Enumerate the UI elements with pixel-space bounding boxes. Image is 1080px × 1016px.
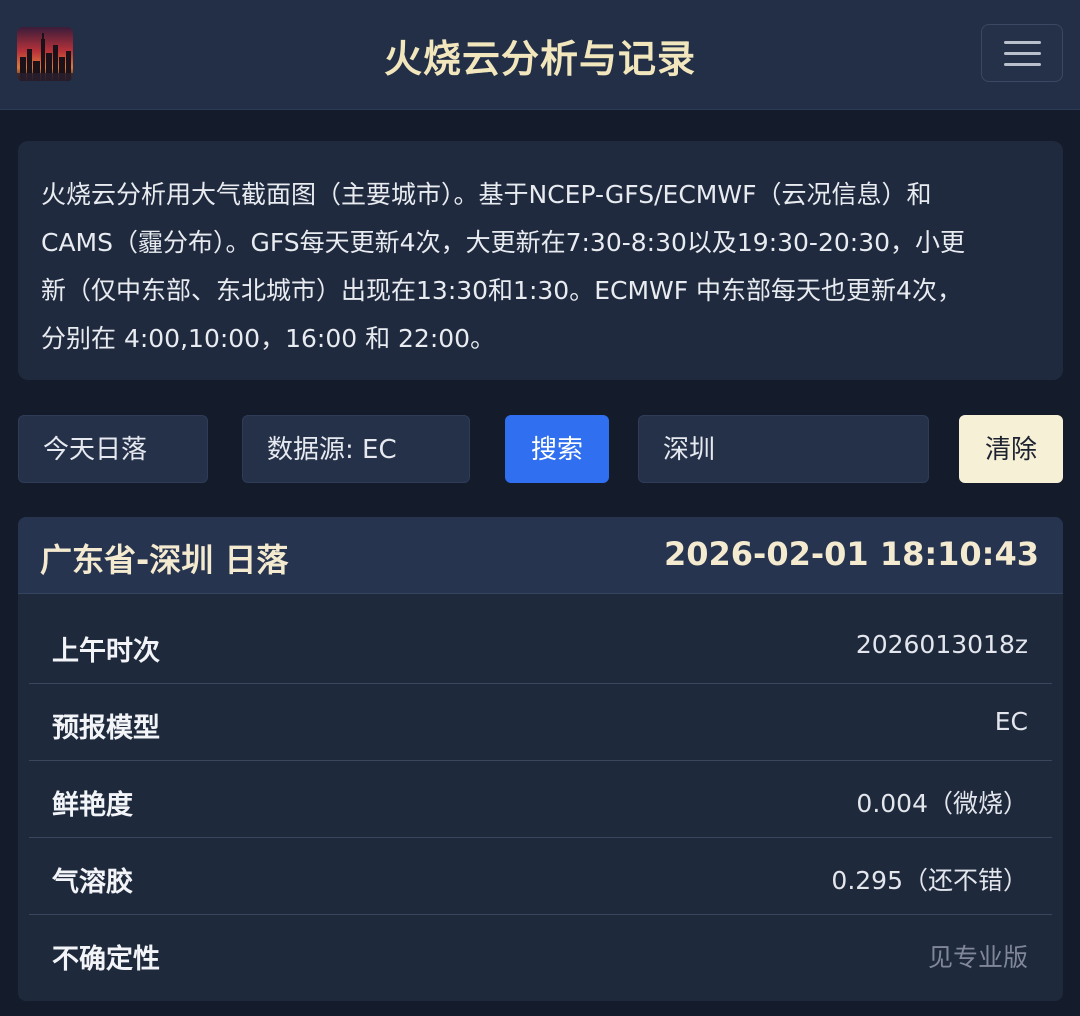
hamburger-menu-icon <box>1004 41 1041 44</box>
row-label: 不确定性 <box>52 944 160 975</box>
app-header: 火烧云分析与记录 <box>0 0 1080 110</box>
menu-button[interactable] <box>981 24 1063 82</box>
result-header: 广东省-深圳 日落 2026-02-01 18:10:43 <box>18 517 1063 594</box>
row-label: 气溶胶 <box>52 867 133 898</box>
result-row: 预报模型 EC <box>29 684 1052 761</box>
app-title: 火烧云分析与记录 <box>383 37 696 81</box>
description-line: 分别在 4:00,10:00，16:00 和 22:00。 <box>41 324 496 353</box>
row-label: 预报模型 <box>52 713 160 744</box>
description-line: 火烧云分析用大气截面图（主要城市）。基于NCEP-GFS/ECMWF（云况信息）… <box>41 180 932 209</box>
hamburger-line <box>1004 63 1041 66</box>
search-button[interactable]: 搜索 <box>505 415 609 483</box>
clear-button[interactable]: 清除 <box>959 415 1063 483</box>
result-row: 气溶胶 0.295（还不错） <box>29 838 1052 915</box>
result-row: 上午时次 2026013018z <box>29 607 1052 684</box>
city-input[interactable]: 深圳 <box>638 415 929 483</box>
row-value: EC <box>994 707 1028 736</box>
pro-version-link[interactable]: 见专业版 <box>928 938 1028 974</box>
row-label: 鲜艳度 <box>52 790 133 821</box>
row-value: 0.004（微烧） <box>856 789 1028 818</box>
result-title: 广东省-深圳 日落 <box>40 541 289 579</box>
hamburger-line <box>1004 52 1041 55</box>
result-row: 不确定性 见专业版 <box>29 915 1052 992</box>
data-source-select[interactable]: 数据源: EC <box>242 415 470 483</box>
result-row: 鲜艳度 0.004（微烧） <box>29 761 1052 838</box>
description-line: 新（仅中东部、东北城市）出现在13:30和1:30。ECMWF 中东部每天也更新… <box>41 276 962 305</box>
row-value: 0.295（还不错） <box>831 866 1028 895</box>
description-line: CAMS（霾分布）。GFS每天更新4次，大更新在7:30-8:30以及19:30… <box>41 228 966 257</box>
row-label: 上午时次 <box>52 636 160 667</box>
event-select[interactable]: 今天日落 <box>18 415 208 483</box>
row-value: 2026013018z <box>855 630 1028 659</box>
result-card: 广东省-深圳 日落 2026-02-01 18:10:43 上午时次 20260… <box>18 517 1063 1001</box>
result-timestamp: 2026-02-01 18:10:43 <box>663 535 1039 573</box>
description-panel: 火烧云分析用大气截面图（主要城市）。基于NCEP-GFS/ECMWF（云况信息）… <box>18 141 1063 380</box>
